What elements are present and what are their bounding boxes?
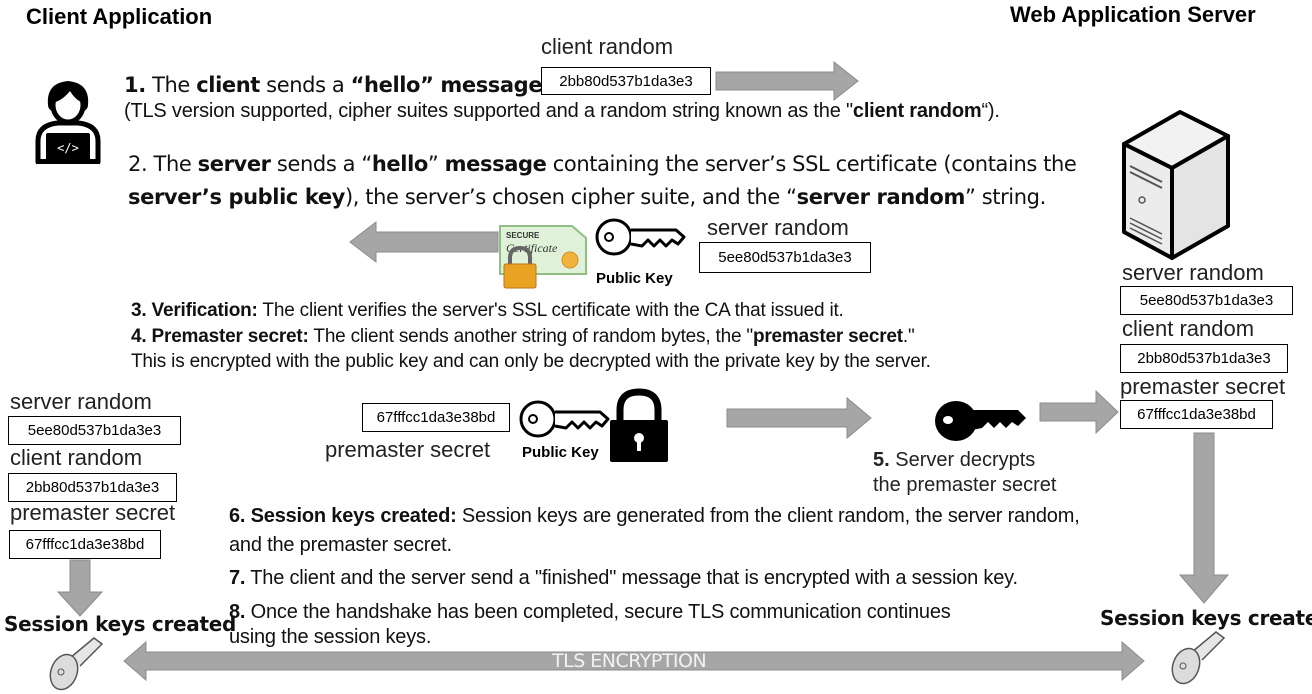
server-session-keys-created: Session keys created [1100, 606, 1312, 630]
step-7-text: 7. The client and the server send a "fin… [229, 567, 1018, 589]
web-application-server-header: Web Application Server [1010, 2, 1256, 27]
private-key-icon [935, 401, 1026, 441]
client-side-client-random-value: 2bb80d537b1da3e3 [8, 473, 177, 502]
client-session-key-icon [49, 637, 104, 691]
svg-text:</>: </> [57, 141, 79, 155]
public-key-icon-2 [519, 400, 610, 438]
arrow-right-client-hello [715, 60, 859, 102]
step-3-text: 3. Verification: The client verifies the… [131, 300, 844, 321]
server-side-server-random-value: 5ee80d537b1da3e3 [1120, 286, 1293, 315]
public-key-label-1: Public Key [596, 270, 673, 287]
padlock-icon [610, 388, 668, 462]
step-8-line-1: 8. Once the handshake has been completed… [229, 601, 951, 623]
server-side-client-random-value: 2bb80d537b1da3e3 [1120, 344, 1288, 373]
public-key-label-2: Public Key [522, 444, 599, 461]
step-1-text: 1. The client sends a “hello” message. [124, 73, 549, 97]
client-side-server-random-value: 5ee80d537b1da3e3 [8, 416, 181, 445]
server-tower-icon [1122, 110, 1230, 260]
client-side-premaster-label: premaster secret [10, 500, 176, 525]
client-session-keys-created: Session keys created [4, 612, 237, 636]
client-application-header: Client Application [26, 4, 213, 29]
client-random-label-top: client random [541, 34, 674, 59]
step-2-line-2: server’s public key), the server’s chose… [128, 185, 1046, 209]
premaster-secret-label-mid: premaster secret [325, 437, 491, 462]
server-side-premaster-value: 67fffcc1da3e38bd [1120, 400, 1273, 429]
tls-encryption-label: TLS ENCRYPTION [552, 650, 707, 672]
server-side-premaster-label: premaster secret [1120, 374, 1286, 399]
client-side-client-random-label: client random [10, 445, 143, 470]
client-user-icon: </> [35, 81, 101, 164]
svg-text:SECURE: SECURE [506, 231, 540, 240]
arrow-left-server-hello [349, 220, 499, 264]
step-4-line-1: 4. Premaster secret: The client sends an… [131, 326, 915, 347]
server-session-key-icon [1171, 631, 1226, 685]
step-4-line-2: This is encrypted with the public key an… [131, 351, 931, 372]
client-side-server-random-label: server random [10, 389, 152, 414]
step-6-line-1: 6. Session keys created: Session keys ar… [229, 505, 1080, 527]
premaster-secret-value-mid: 67fffcc1da3e38bd [362, 403, 510, 432]
arrow-right-premaster [726, 396, 872, 440]
step-2-line-1: 2. The server sends a “hello” message co… [128, 152, 1077, 176]
server-random-label-mid: server random [707, 215, 849, 240]
step-6-line-2: and the premaster secret. [229, 534, 452, 556]
ssl-certificate-icon: SECURE Certificate [499, 225, 587, 289]
step-5-line-1: 5. Server decrypts [873, 449, 1036, 471]
public-key-icon [595, 218, 686, 256]
step-5-line-2: the premaster secret [873, 474, 1057, 496]
server-side-client-random-label: client random [1122, 316, 1255, 341]
arrow-down-server-session [1178, 432, 1230, 604]
client-side-premaster-value: 67fffcc1da3e38bd [9, 530, 161, 559]
client-random-value-top: 2bb80d537b1da3e3 [541, 67, 711, 95]
arrow-down-client-session [56, 559, 104, 617]
arrow-right-decrypt [1039, 389, 1119, 435]
server-random-value-mid: 5ee80d537b1da3e3 [699, 242, 871, 273]
step-1-subtext: (TLS version supported, cipher suites su… [124, 100, 1000, 122]
server-side-server-random-label: server random [1122, 260, 1264, 285]
